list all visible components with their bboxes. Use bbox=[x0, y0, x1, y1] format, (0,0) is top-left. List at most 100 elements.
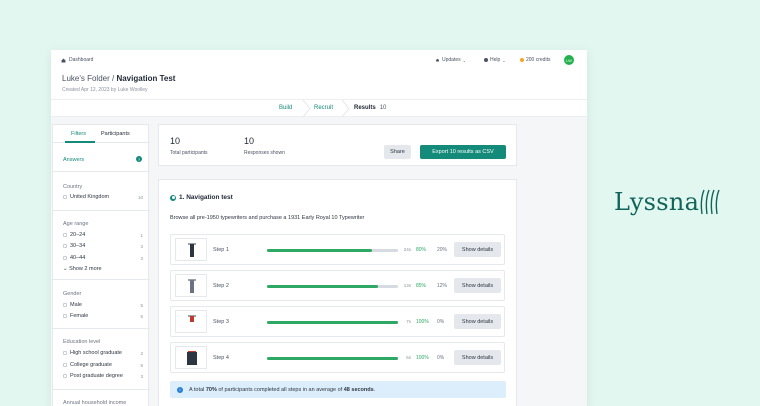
answers-filter[interactable]: Answers bbox=[63, 157, 84, 163]
dashboard-link[interactable]: Dashboard bbox=[61, 57, 93, 63]
filter-option[interactable]: Post graduate degree 3 bbox=[63, 373, 143, 379]
chevron-separator-icon bbox=[302, 100, 311, 117]
show-details-button[interactable]: Show details bbox=[454, 314, 501, 329]
option-count: 3 bbox=[140, 373, 143, 379]
filter-option[interactable]: High school graduate 2 bbox=[63, 350, 143, 356]
filters-sidebar: Filters Participants Answers ? Country U… bbox=[52, 124, 150, 406]
option-count: 3 bbox=[140, 255, 143, 261]
checkbox[interactable] bbox=[63, 374, 67, 378]
tab-results-label: Results bbox=[354, 105, 376, 111]
filter-option[interactable]: College graduate 5 bbox=[63, 362, 143, 368]
top-bar: Dashboard Updates ⌄ Help ⌄ 200 credits L… bbox=[51, 50, 587, 70]
credits-indicator[interactable]: 200 credits bbox=[520, 57, 550, 63]
show-details-button[interactable]: Show details bbox=[454, 278, 501, 293]
participants-label: Total participants bbox=[170, 150, 208, 156]
option-label: Female bbox=[70, 313, 89, 319]
checkbox[interactable] bbox=[63, 256, 67, 260]
updates-menu[interactable]: Updates ⌄ bbox=[435, 57, 466, 63]
page-title: Luke's Folder / Navigation Test bbox=[62, 74, 175, 83]
home-icon bbox=[61, 58, 66, 62]
app-window: Dashboard Updates ⌄ Help ⌄ 200 credits L… bbox=[51, 50, 587, 406]
step-screenshot[interactable] bbox=[175, 274, 207, 297]
filter-option[interactable]: 20–24 1 bbox=[63, 232, 143, 238]
filter-option[interactable]: Female 5 bbox=[63, 313, 143, 319]
avatar[interactable]: LW bbox=[564, 55, 574, 65]
info-icon: i bbox=[177, 386, 183, 393]
export-csv-button[interactable]: Export 10 results as CSV bbox=[420, 145, 506, 159]
lyssna-logo: Lyssna bbox=[614, 188, 721, 216]
gender-heading: Gender bbox=[63, 291, 82, 297]
help-menu[interactable]: Help ⌄ bbox=[484, 57, 506, 63]
section-title-text: 1. Navigation test bbox=[179, 194, 233, 201]
checkbox[interactable] bbox=[63, 244, 67, 248]
option-label: Male bbox=[70, 302, 82, 308]
completion-rate: 85% bbox=[416, 283, 427, 289]
help-icon bbox=[484, 58, 488, 62]
completion-bar bbox=[267, 249, 398, 252]
filter-option[interactable]: Male 5 bbox=[63, 302, 143, 308]
completion-rate: 80% bbox=[416, 247, 427, 253]
dropoff-rate: 0% bbox=[437, 355, 445, 361]
tab-results[interactable]: Results 10 bbox=[354, 105, 386, 111]
dropoff-rate: 20% bbox=[437, 247, 448, 253]
completion-bar bbox=[267, 357, 398, 360]
navigation-test-section: 1. Navigation test Browse all pre-1950 t… bbox=[158, 179, 517, 406]
completion-bar bbox=[267, 285, 398, 288]
checkbox[interactable] bbox=[63, 351, 67, 355]
option-count: 5 bbox=[140, 362, 143, 368]
test-name: Navigation Test bbox=[116, 74, 176, 83]
checkbox[interactable] bbox=[63, 233, 67, 237]
active-tab-indicator bbox=[65, 141, 95, 143]
checkbox[interactable] bbox=[63, 303, 67, 307]
filter-option[interactable]: United Kingdom 10 bbox=[63, 194, 143, 200]
share-button[interactable]: Share bbox=[384, 145, 411, 159]
help-icon[interactable]: ? bbox=[136, 156, 142, 162]
tab-recruit[interactable]: Recruit bbox=[314, 105, 333, 111]
checkbox[interactable] bbox=[63, 363, 67, 367]
step-row: Step 4 5s 100% 0% Show details bbox=[170, 342, 505, 373]
tab-participants[interactable]: Participants bbox=[101, 131, 130, 137]
completion-bar-fill bbox=[267, 321, 398, 324]
step-screenshot[interactable] bbox=[175, 238, 207, 261]
logo-text: Lyssna bbox=[614, 188, 700, 216]
show-details-button[interactable]: Show details bbox=[454, 242, 501, 257]
chevron-down-icon: ⌄ bbox=[462, 57, 466, 63]
sidebar-tabs: Filters Participants bbox=[53, 125, 150, 143]
tab-filters[interactable]: Filters bbox=[71, 131, 86, 137]
help-label: Help bbox=[490, 57, 501, 63]
option-label: United Kingdom bbox=[70, 194, 110, 200]
option-label: High school graduate bbox=[70, 350, 122, 356]
chevron-down-icon: ⌄ bbox=[502, 57, 506, 63]
show-details-button[interactable]: Show details bbox=[454, 350, 501, 365]
avg-time: 7s bbox=[406, 319, 411, 324]
tab-build[interactable]: Build bbox=[279, 105, 292, 111]
dashboard-label: Dashboard bbox=[69, 57, 94, 63]
option-label: 30–34 bbox=[70, 243, 86, 249]
option-count: 5 bbox=[140, 302, 143, 308]
filter-option[interactable]: 40–44 3 bbox=[63, 255, 143, 261]
created-info: Created Apr 12, 2023 by Luke Woolley bbox=[62, 87, 148, 93]
main-content: Filters Participants Answers ? Country U… bbox=[51, 117, 587, 406]
option-label: College graduate bbox=[70, 362, 112, 368]
step-screenshot[interactable] bbox=[175, 310, 207, 333]
divider bbox=[53, 171, 150, 172]
checkbox[interactable] bbox=[63, 195, 67, 199]
show-more-link[interactable]: ⌄ Show 2 more bbox=[63, 266, 102, 272]
folder-name[interactable]: Luke's Folder bbox=[62, 74, 110, 83]
option-count: 3 bbox=[140, 243, 143, 249]
checkbox[interactable] bbox=[63, 314, 67, 318]
step-row: Step 3 7s 100% 0% Show details bbox=[170, 306, 505, 337]
avg-time: 5s bbox=[406, 355, 411, 360]
step-screenshot[interactable] bbox=[175, 346, 207, 369]
completion-bar-fill bbox=[267, 249, 372, 252]
results-count: 10 bbox=[379, 105, 387, 111]
section-title: 1. Navigation test bbox=[170, 194, 233, 201]
age-range-heading: Age range bbox=[63, 221, 89, 227]
filter-option[interactable]: 30–34 3 bbox=[63, 243, 143, 249]
option-count: 10 bbox=[137, 194, 143, 200]
option-label: 20–24 bbox=[70, 232, 86, 238]
divider bbox=[53, 210, 150, 211]
completion-bar-fill bbox=[267, 357, 398, 360]
credits-label: 200 credits bbox=[526, 57, 551, 63]
option-label: 40–44 bbox=[70, 255, 86, 261]
